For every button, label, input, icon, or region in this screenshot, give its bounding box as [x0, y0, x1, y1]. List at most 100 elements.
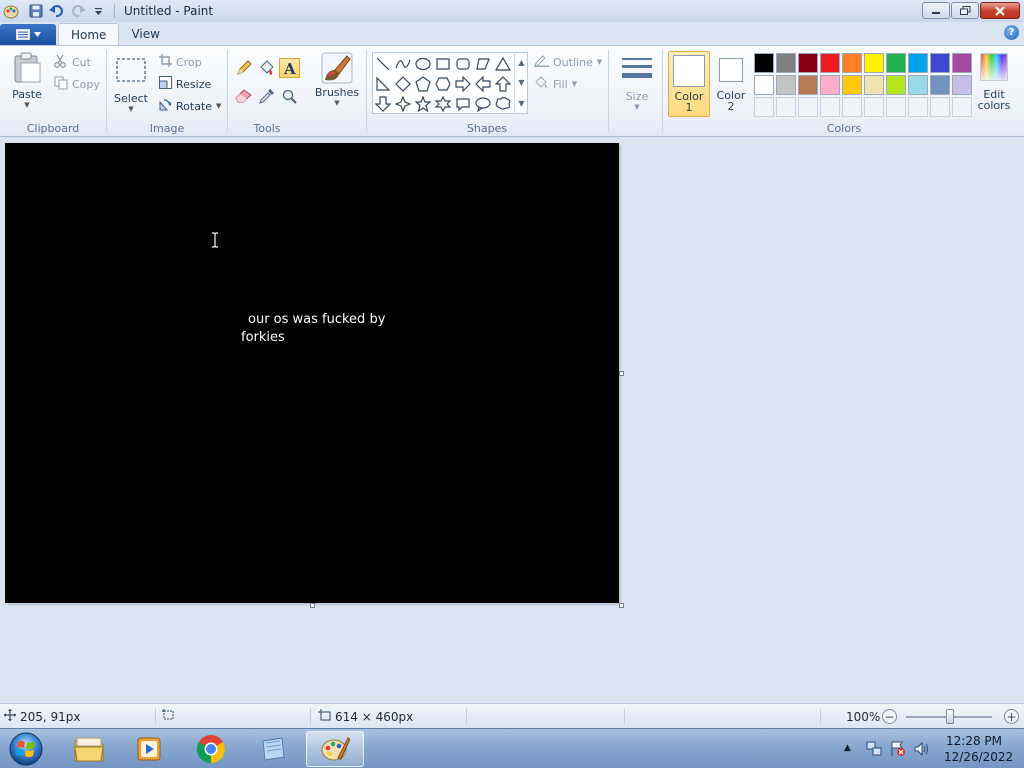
cloud-callout-icon[interactable] — [493, 94, 513, 114]
fill-bucket-icon[interactable] — [256, 58, 277, 78]
oval-shape-icon[interactable] — [413, 54, 433, 74]
color-swatch[interactable] — [886, 97, 906, 117]
color-swatch[interactable] — [864, 97, 884, 117]
show-hidden-icons-icon[interactable]: ▲ — [844, 743, 851, 753]
resize-button[interactable]: Resize — [159, 76, 211, 92]
customize-qat-icon[interactable] — [90, 3, 107, 20]
line-shape-icon[interactable] — [373, 54, 393, 74]
gallery-expand-icon[interactable]: ▼ — [518, 99, 524, 108]
action-center-icon[interactable] — [890, 741, 906, 760]
five-point-star-icon[interactable] — [413, 94, 433, 114]
hexagon-shape-icon[interactable] — [433, 74, 453, 94]
color-swatch[interactable] — [754, 53, 774, 73]
color-swatch[interactable] — [754, 97, 774, 117]
eraser-icon[interactable] — [233, 86, 254, 106]
color-swatch[interactable] — [952, 97, 972, 117]
fill-button[interactable]: Fill ▼ — [534, 76, 577, 92]
close-button[interactable] — [980, 2, 1020, 19]
outline-button[interactable]: Outline ▼ — [534, 54, 602, 70]
canvas-text[interactable]: our os was fucked by forkies — [241, 311, 401, 347]
color-swatch[interactable] — [886, 53, 906, 73]
color-swatch[interactable] — [820, 75, 840, 95]
media-player-taskbar-icon[interactable] — [120, 731, 178, 767]
color-picker-icon[interactable] — [256, 86, 277, 106]
paint-menu-button[interactable] — [0, 24, 56, 45]
rotate-button[interactable]: Rotate ▼ — [159, 98, 221, 114]
color-swatch[interactable] — [952, 75, 972, 95]
color-2-button[interactable]: Color 2 — [710, 51, 752, 117]
color-swatch[interactable] — [776, 53, 796, 73]
size-button[interactable]: Size ▼ — [618, 54, 656, 111]
right-triangle-shape-icon[interactable] — [373, 74, 393, 94]
color-swatch[interactable] — [930, 75, 950, 95]
up-arrow-shape-icon[interactable] — [493, 74, 513, 94]
resize-handle-bottom[interactable] — [310, 603, 315, 608]
scroll-down-icon[interactable]: ▼ — [518, 78, 524, 87]
edit-colors-button[interactable]: Edit colors — [973, 51, 1015, 117]
crop-button[interactable]: Crop — [159, 54, 202, 70]
left-arrow-shape-icon[interactable] — [473, 74, 493, 94]
color-swatch[interactable] — [908, 97, 928, 117]
text-tool-icon[interactable]: A — [279, 58, 300, 78]
color-swatch[interactable] — [842, 97, 862, 117]
six-point-star-icon[interactable] — [433, 94, 453, 114]
diamond-shape-icon[interactable] — [393, 74, 413, 94]
color-swatch[interactable] — [908, 75, 928, 95]
color-swatch[interactable] — [820, 53, 840, 73]
volume-icon[interactable] — [914, 741, 930, 760]
resize-handle-corner[interactable] — [619, 603, 624, 608]
paint-taskbar-icon[interactable] — [306, 731, 364, 767]
color-swatch[interactable] — [798, 97, 818, 117]
resize-handle-right[interactable] — [619, 371, 624, 376]
color-1-button[interactable]: Color 1 — [668, 51, 710, 117]
undo-icon[interactable] — [48, 3, 65, 20]
brushes-button[interactable]: Brushes ▼ — [313, 52, 361, 107]
restore-button[interactable] — [951, 2, 979, 19]
color-swatch[interactable] — [952, 53, 972, 73]
color-swatch[interactable] — [930, 97, 950, 117]
copy-button[interactable]: Copy — [54, 76, 100, 93]
color-swatch[interactable] — [842, 75, 862, 95]
start-button[interactable] — [4, 730, 48, 768]
down-arrow-shape-icon[interactable] — [373, 94, 393, 114]
rounded-rectangle-shape-icon[interactable] — [453, 54, 473, 74]
color-swatch[interactable] — [886, 75, 906, 95]
color-swatch[interactable] — [930, 53, 950, 73]
zoom-in-button[interactable]: + — [1004, 709, 1019, 724]
zoom-slider-thumb[interactable] — [946, 709, 954, 724]
taskbar-clock[interactable]: 12:28 PM 12/26/2022 — [944, 733, 1013, 765]
four-point-star-icon[interactable] — [393, 94, 413, 114]
select-button[interactable]: Select ▼ — [113, 54, 149, 113]
right-arrow-shape-icon[interactable] — [453, 74, 473, 94]
polygon-shape-icon[interactable] — [473, 54, 493, 74]
drawing-canvas[interactable]: our os was fucked by forkies — [5, 143, 619, 603]
cut-button[interactable]: Cut — [54, 54, 91, 71]
help-icon[interactable]: ? — [1004, 25, 1019, 40]
color-swatch[interactable] — [798, 53, 818, 73]
color-swatch[interactable] — [908, 53, 928, 73]
zoom-out-button[interactable]: − — [882, 709, 897, 724]
curve-shape-icon[interactable] — [393, 54, 413, 74]
color-swatch[interactable] — [776, 75, 796, 95]
triangle-shape-icon[interactable] — [493, 54, 513, 74]
shapes-scrollbar[interactable]: ▲ ▼ ▼ — [514, 52, 528, 114]
pencil-icon[interactable] — [233, 58, 254, 78]
redo-icon[interactable] — [69, 3, 86, 20]
color-swatch[interactable] — [842, 53, 862, 73]
rounded-callout-icon[interactable] — [453, 94, 473, 114]
paste-button[interactable]: Paste ▼ — [8, 52, 46, 109]
color-swatch[interactable] — [754, 75, 774, 95]
color-swatch[interactable] — [776, 97, 796, 117]
chrome-taskbar-icon[interactable] — [182, 731, 240, 767]
paint-app-icon[interactable] — [3, 3, 19, 19]
color-swatch[interactable] — [798, 75, 818, 95]
minimize-button[interactable] — [922, 2, 950, 19]
explorer-taskbar-icon[interactable] — [60, 731, 118, 767]
network-icon[interactable] — [866, 741, 882, 760]
save-icon[interactable] — [27, 3, 44, 20]
oval-callout-icon[interactable] — [473, 94, 493, 114]
color-swatch[interactable] — [864, 75, 884, 95]
color-swatch[interactable] — [820, 97, 840, 117]
magnifier-icon[interactable] — [279, 86, 300, 106]
rectangle-shape-icon[interactable] — [433, 54, 453, 74]
